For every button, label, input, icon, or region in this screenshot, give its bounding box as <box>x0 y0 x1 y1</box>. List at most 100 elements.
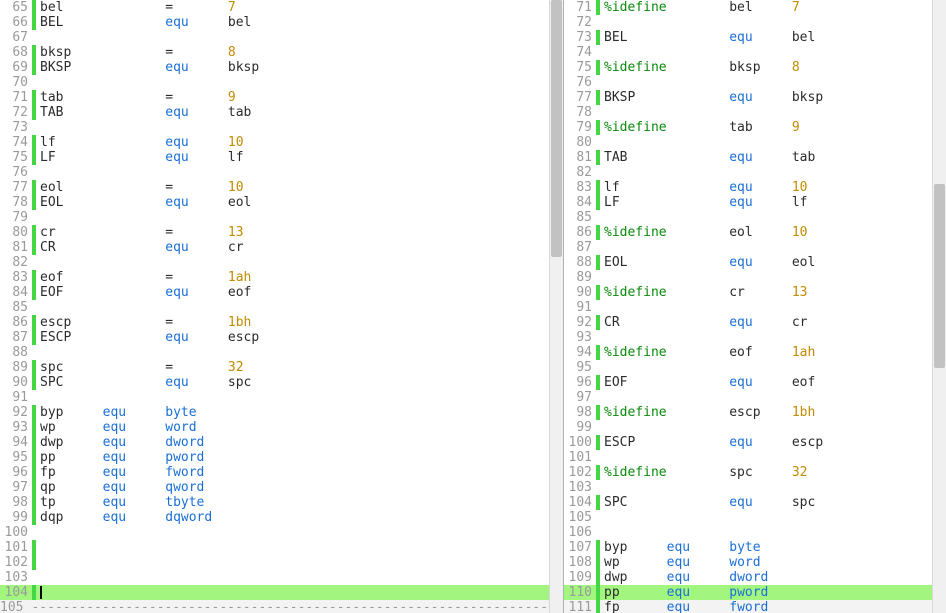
code-line[interactable]: 110pp equ pword <box>564 585 932 600</box>
code-line[interactable]: 72TAB equ tab <box>0 105 549 120</box>
code-line[interactable]: 102%idefine spc 32 <box>564 465 932 480</box>
code-line[interactable]: 67 <box>0 30 549 45</box>
code-line[interactable]: 86escp = 1bh <box>0 315 549 330</box>
code-line[interactable]: 102 <box>0 555 549 570</box>
code-line[interactable]: 73BEL equ bel <box>564 30 932 45</box>
code-line[interactable]: 96EOF equ eof <box>564 375 932 390</box>
line-text: cr = 13 <box>36 225 549 240</box>
code-line[interactable]: 70 <box>0 75 549 90</box>
code-line[interactable]: 88 <box>0 345 549 360</box>
code-line[interactable]: 89 <box>564 270 932 285</box>
code-line[interactable]: 101 <box>0 540 549 555</box>
code-line[interactable]: 65bel = 7 <box>0 0 549 15</box>
code-line[interactable]: 99 <box>564 420 932 435</box>
code-line[interactable]: 83eof = 1ah <box>0 270 549 285</box>
code-line[interactable]: 89spc = 32 <box>0 360 549 375</box>
code-line[interactable]: 76 <box>564 75 932 90</box>
code-line[interactable]: 87 <box>564 240 932 255</box>
code-line[interactable]: 111fp equ fword <box>564 600 932 613</box>
code-line[interactable]: 73 <box>0 120 549 135</box>
left-scroll-thumb[interactable] <box>551 0 562 257</box>
code-line[interactable]: 98tp equ tbyte <box>0 495 549 510</box>
line-text: %idefine eof 1ah <box>600 345 932 360</box>
code-line[interactable]: 92CR equ cr <box>564 315 932 330</box>
code-line[interactable]: 107byp equ byte <box>564 540 932 555</box>
code-line[interactable]: 100 <box>0 525 549 540</box>
code-line[interactable]: 81TAB equ tab <box>564 150 932 165</box>
code-line[interactable]: 94dwp equ dword <box>0 435 549 450</box>
line-number: 97 <box>0 480 32 495</box>
right-scroll-thumb[interactable] <box>934 184 945 368</box>
code-line[interactable]: 81CR equ cr <box>0 240 549 255</box>
code-line[interactable]: 105 <box>564 510 932 525</box>
code-line[interactable]: 78EOL equ eol <box>0 195 549 210</box>
code-line[interactable]: 79%idefine tab 9 <box>564 120 932 135</box>
code-line[interactable]: 79 <box>0 210 549 225</box>
code-line[interactable]: 77BKSP equ bksp <box>564 90 932 105</box>
code-line[interactable]: 97qp equ qword <box>0 480 549 495</box>
line-number: 77 <box>0 180 32 195</box>
code-line[interactable]: 72 <box>564 15 932 30</box>
code-line[interactable]: 83lf equ 10 <box>564 180 932 195</box>
code-line[interactable]: 109dwp equ dword <box>564 570 932 585</box>
code-line[interactable]: 98%idefine escp 1bh <box>564 405 932 420</box>
code-line[interactable]: 104 <box>0 585 549 600</box>
code-line[interactable]: 85 <box>564 210 932 225</box>
code-line[interactable]: 80 <box>564 135 932 150</box>
code-line[interactable]: 97 <box>564 390 932 405</box>
code-line[interactable]: 100ESCP equ escp <box>564 435 932 450</box>
code-line[interactable]: 74 <box>564 45 932 60</box>
code-line[interactable]: 108wp equ word <box>564 555 932 570</box>
code-line[interactable]: 93 <box>564 330 932 345</box>
code-line[interactable]: 92byp equ byte <box>0 405 549 420</box>
line-number: 87 <box>564 240 596 255</box>
code-line[interactable]: 94%idefine eof 1ah <box>564 345 932 360</box>
code-line[interactable]: 80cr = 13 <box>0 225 549 240</box>
code-line[interactable]: 74lf equ 10 <box>0 135 549 150</box>
code-line[interactable]: 78 <box>564 105 932 120</box>
code-line[interactable]: 66BEL equ bel <box>0 15 549 30</box>
code-line[interactable]: 90SPC equ spc <box>0 375 549 390</box>
code-line[interactable]: 91 <box>564 300 932 315</box>
code-line[interactable]: 69BKSP equ bksp <box>0 60 549 75</box>
code-line[interactable]: 95pp equ pword <box>0 450 549 465</box>
code-line[interactable]: 76 <box>0 165 549 180</box>
line-text: SPC equ spc <box>36 375 549 390</box>
code-line[interactable]: 99dqp equ dqword <box>0 510 549 525</box>
code-line[interactable]: 71%idefine bel 7 <box>564 0 932 15</box>
left-scrollbar[interactable] <box>549 0 563 613</box>
code-line[interactable]: 88EOL equ eol <box>564 255 932 270</box>
line-number: 99 <box>564 420 596 435</box>
code-line[interactable]: 103 <box>564 480 932 495</box>
code-line[interactable]: 85 <box>0 300 549 315</box>
code-line[interactable]: 104SPC equ spc <box>564 495 932 510</box>
code-line[interactable]: 84LF equ lf <box>564 195 932 210</box>
code-line[interactable]: 91 <box>0 390 549 405</box>
code-line[interactable]: 86%idefine eol 10 <box>564 225 932 240</box>
code-line[interactable]: 87ESCP equ escp <box>0 330 549 345</box>
code-line[interactable]: 96fp equ fword <box>0 465 549 480</box>
code-line[interactable]: 103 <box>0 570 549 585</box>
code-line[interactable]: 75%idefine bksp 8 <box>564 60 932 75</box>
code-line[interactable]: 105-------------------------------------… <box>0 600 549 613</box>
code-line[interactable]: 77eol = 10 <box>0 180 549 195</box>
code-line[interactable]: 93wp equ word <box>0 420 549 435</box>
code-line[interactable]: 101 <box>564 450 932 465</box>
code-line[interactable]: 71tab = 9 <box>0 90 549 105</box>
left-code-area[interactable]: 65bel = 766BEL equ bel6768bksp = 869BKSP… <box>0 0 549 613</box>
code-line[interactable]: 68bksp = 8 <box>0 45 549 60</box>
code-line[interactable]: 82 <box>0 255 549 270</box>
code-line[interactable]: 82 <box>564 165 932 180</box>
line-text: LF equ lf <box>36 150 549 165</box>
left-editor-pane[interactable]: 65bel = 766BEL equ bel6768bksp = 869BKSP… <box>0 0 564 613</box>
code-line[interactable]: 84EOF equ eof <box>0 285 549 300</box>
line-text <box>600 510 932 525</box>
right-code-area[interactable]: 71%idefine bel 77273BEL equ bel7475%idef… <box>564 0 932 613</box>
line-number: 76 <box>564 75 596 90</box>
code-line[interactable]: 106 <box>564 525 932 540</box>
code-line[interactable]: 95 <box>564 360 932 375</box>
code-line[interactable]: 90%idefine cr 13 <box>564 285 932 300</box>
code-line[interactable]: 75LF equ lf <box>0 150 549 165</box>
right-editor-pane[interactable]: 71%idefine bel 77273BEL equ bel7475%idef… <box>564 0 946 613</box>
right-scrollbar[interactable] <box>932 0 946 613</box>
